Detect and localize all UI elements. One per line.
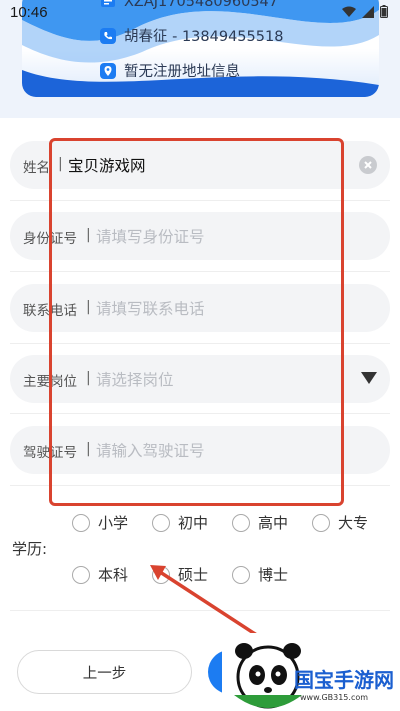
- contact-info: 胡春征 - 13849455518: [124, 29, 284, 45]
- radio-primary[interactable]: 小学: [72, 512, 128, 533]
- wifi-icon: [342, 6, 356, 17]
- dropdown-arrow-icon[interactable]: [361, 372, 377, 384]
- watermark-url: www.GB315.com: [300, 693, 369, 702]
- status-time: 10:46: [10, 4, 48, 21]
- info-row-address: 暂无注册地址信息: [100, 60, 240, 81]
- signal-icon: [362, 5, 374, 18]
- radio-circle[interactable]: [312, 513, 330, 532]
- radio-label: 硕士: [178, 566, 209, 584]
- location-icon: [100, 62, 116, 79]
- company-code: XZAJ1705480960547: [124, 0, 278, 10]
- battery-icon: [380, 5, 388, 18]
- phone-icon: [100, 27, 116, 44]
- watermark-brand: 国宝手游网: [294, 668, 394, 692]
- annotation-highlight-box: [49, 138, 344, 506]
- clear-icon[interactable]: [359, 156, 377, 174]
- radio-doctor[interactable]: 博士: [232, 564, 288, 585]
- radio-label: 小学: [98, 514, 129, 532]
- previous-step-button[interactable]: 上一步: [17, 650, 192, 694]
- radio-circle[interactable]: [232, 513, 250, 532]
- radio-label: 大专: [338, 514, 369, 532]
- radio-master[interactable]: 硕士: [152, 564, 208, 585]
- radio-circle[interactable]: [152, 513, 170, 532]
- radio-circle[interactable]: [72, 565, 90, 584]
- radio-bachelor[interactable]: 本科: [72, 564, 128, 585]
- info-row-contact: 胡春征 - 13849455518: [100, 25, 283, 46]
- radio-label: 高中: [258, 514, 289, 532]
- info-row-code: XZAJ1705480960547: [100, 0, 278, 10]
- radio-junior-high[interactable]: 初中: [152, 512, 208, 533]
- radio-label: 初中: [178, 514, 209, 532]
- radio-circle[interactable]: [72, 513, 90, 532]
- education-label: 学历:: [12, 540, 48, 558]
- radio-circle[interactable]: [152, 565, 170, 584]
- radio-label: 本科: [98, 566, 129, 584]
- radio-college[interactable]: 大专: [312, 512, 368, 533]
- radio-high-school[interactable]: 高中: [232, 512, 288, 533]
- divider: [10, 610, 390, 611]
- radio-circle[interactable]: [232, 565, 250, 584]
- radio-label: 博士: [258, 566, 289, 584]
- address-info: 暂无注册地址信息: [124, 64, 240, 80]
- id-card-icon: [101, 0, 115, 7]
- name-label: 姓名: [23, 160, 50, 176]
